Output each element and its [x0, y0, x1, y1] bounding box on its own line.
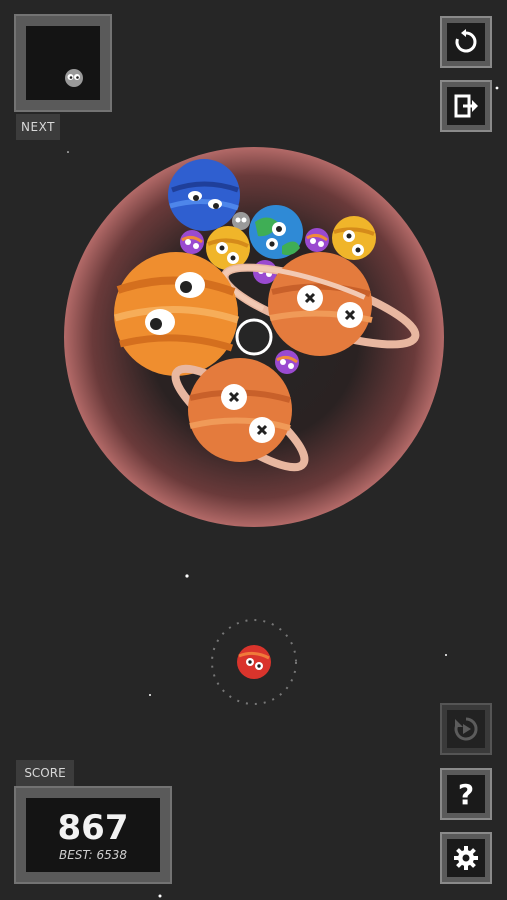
purple-planet-icon — [180, 230, 204, 254]
earth-planet-icon — [249, 205, 303, 259]
yellow-planet-icon — [206, 226, 250, 270]
purple-planet-icon — [305, 228, 329, 252]
game-screen: { "next_panel": {"label": "NEXT", "next_… — [0, 0, 507, 900]
launcher[interactable] — [211, 619, 297, 705]
red-planet-icon — [237, 645, 271, 679]
blue-planet-icon — [168, 159, 240, 231]
yellow-planet-icon — [332, 216, 376, 260]
purple-planet-icon — [275, 350, 299, 374]
play-field — [64, 86, 499, 898]
jupiter-orange-planet-icon — [114, 252, 240, 376]
